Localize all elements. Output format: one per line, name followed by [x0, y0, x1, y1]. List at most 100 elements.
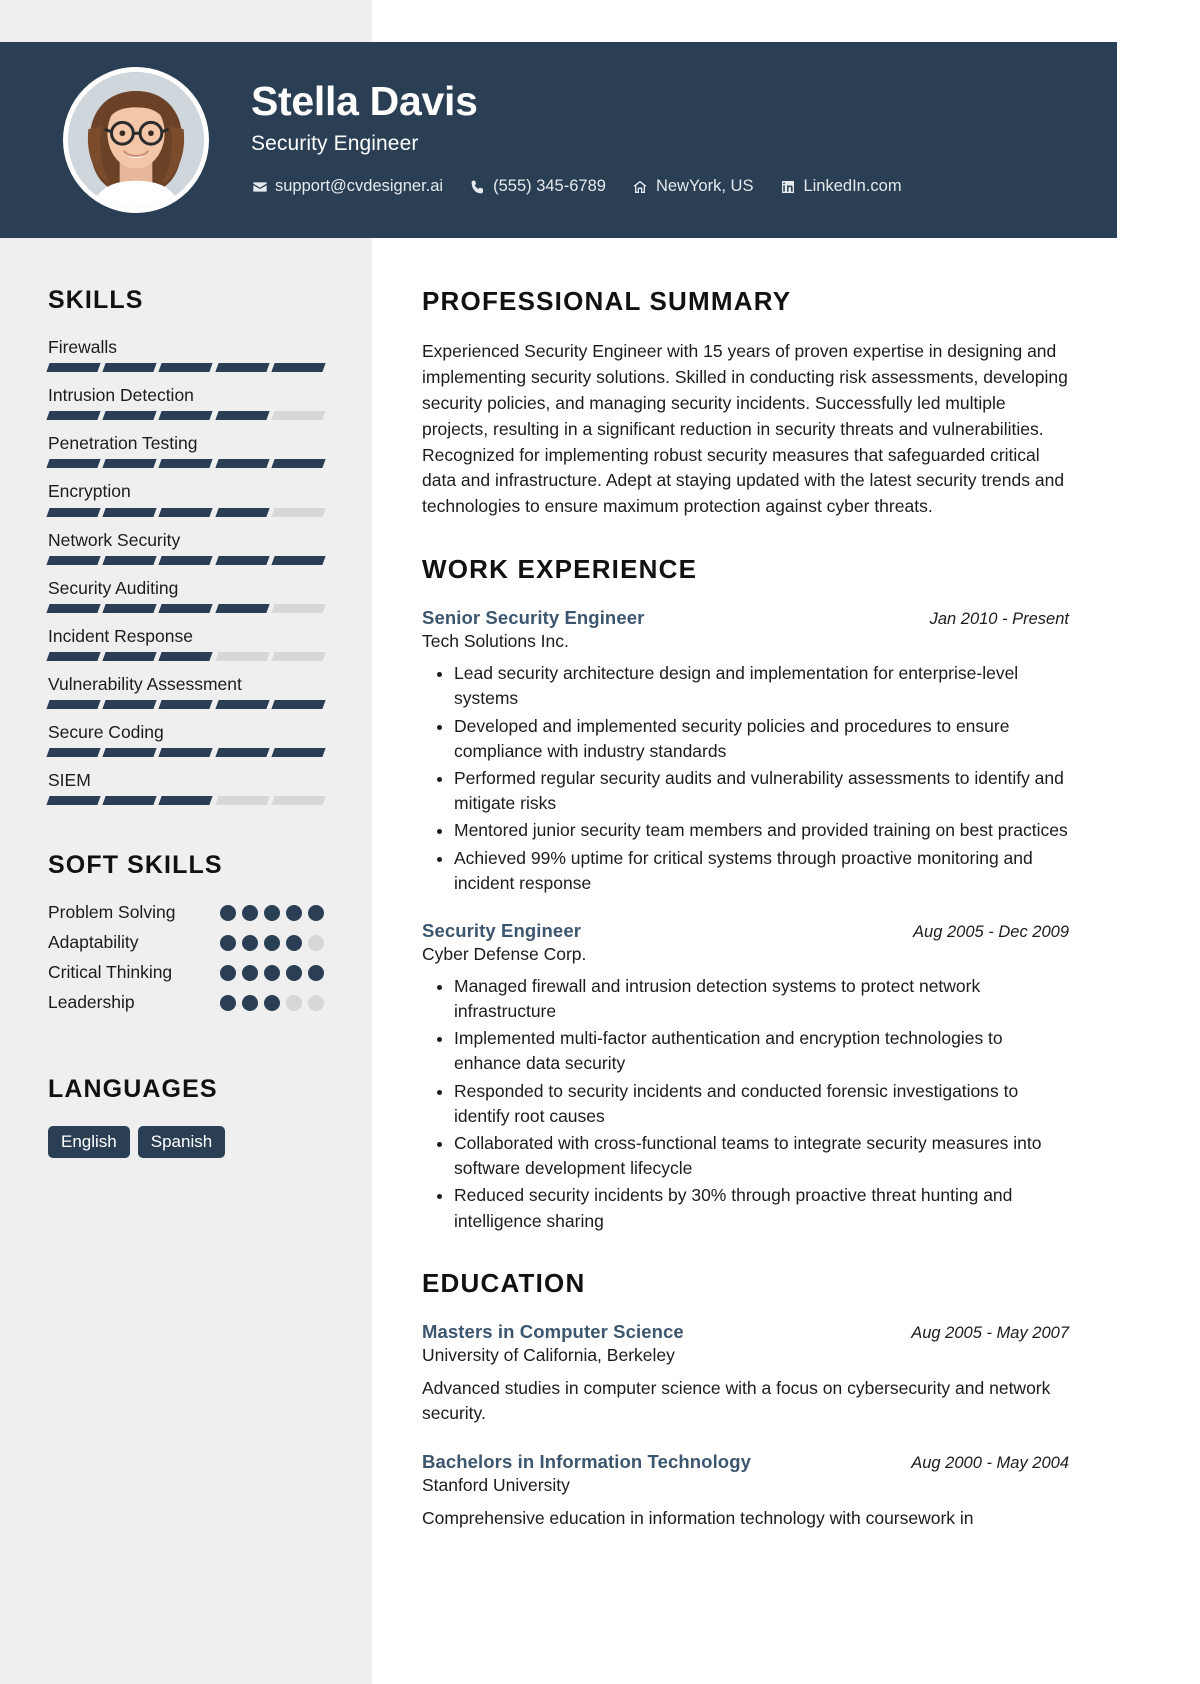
- language-tag[interactable]: Spanish: [137, 1126, 226, 1159]
- education-school: University of California, Berkeley: [422, 1344, 675, 1365]
- soft-skill-item: Leadership: [48, 992, 324, 1013]
- work-entry-company: Tech Solutions Inc.: [422, 631, 569, 652]
- soft-skill-label: Critical Thinking: [48, 962, 173, 983]
- bullet-item: Managed firewall and intrusion detection…: [454, 974, 1069, 1024]
- skill-segment: [214, 363, 270, 373]
- rating-dot: [286, 934, 302, 951]
- skill-segment: [46, 555, 101, 565]
- sidebar: SKILLS Firewalls Intrusion Detection Penet…: [0, 238, 372, 1198]
- soft-skill-item: Critical Thinking: [48, 962, 324, 983]
- skill-segment: [102, 411, 158, 421]
- education-entry: Bachelors in Information Technology Aug 2…: [422, 1451, 1069, 1531]
- home-icon: [632, 178, 649, 195]
- bullet-item: Collaborated with cross-functional teams…: [454, 1131, 1069, 1181]
- contact-email[interactable]: support@cvdesigner.ai: [251, 177, 443, 196]
- skill-segment: [271, 507, 326, 517]
- skill-segment: [158, 603, 214, 613]
- education-entry: Masters in Computer Science Aug 2005 - Ma…: [422, 1321, 1069, 1427]
- skill-name: Intrusion Detection: [48, 385, 194, 406]
- work-entry-company: Cyber Defense Corp.: [422, 943, 587, 964]
- skill-segment: [158, 363, 214, 373]
- skill-segment: [214, 651, 270, 661]
- rating-dot: [286, 994, 302, 1011]
- contact-list: support@cvdesigner.ai (555) 345-6789 New…: [251, 177, 902, 196]
- skills-section: SKILLS Firewalls Intrusion Detection Penet…: [46, 286, 326, 806]
- skill-segment: [46, 651, 101, 661]
- skill-level-bar: [46, 796, 326, 806]
- skill-segment: [158, 459, 214, 469]
- rating-dot: [308, 934, 324, 951]
- education-entry-header: Bachelors in Information Technology Aug 2…: [422, 1451, 1069, 1473]
- skill-segment: [46, 459, 101, 469]
- rating-dot: [220, 964, 236, 981]
- resume-body: SKILLS Firewalls Intrusion Detection Penet…: [0, 238, 1117, 1605]
- skill-level-bar: [46, 603, 326, 613]
- skill-segment: [46, 507, 101, 517]
- education-section: EDUCATION Masters in Computer Science Aug…: [422, 1268, 1069, 1531]
- resume-page: Stella Davis Security Engineer support@c…: [0, 0, 1117, 1684]
- skill-segment: [214, 507, 270, 517]
- rating-dot: [220, 904, 236, 921]
- work-entry: Security Engineer Aug 2005 - Dec 2009 Cybe…: [422, 920, 1069, 1234]
- work-entry: Senior Security Engineer Jan 2010 - Prese…: [422, 607, 1069, 896]
- work-experience-list: Senior Security Engineer Jan 2010 - Prese…: [422, 607, 1069, 1234]
- skill-segment: [158, 507, 214, 517]
- contact-phone[interactable]: (555) 345-6789: [469, 177, 606, 196]
- skill-segment: [158, 748, 214, 758]
- work-experience-heading: WORK EXPERIENCE: [422, 554, 698, 585]
- skill-segment: [158, 651, 214, 661]
- skill-level-bar: [46, 651, 326, 661]
- rating-dot: [242, 994, 258, 1011]
- education-date: Aug 2005 - May 2007: [911, 1323, 1069, 1342]
- skill-item: Security Auditing: [46, 577, 326, 613]
- skill-segment: [271, 411, 326, 421]
- skill-segment: [271, 700, 326, 709]
- header-text-block: Stella Davis Security Engineer support@c…: [251, 77, 902, 200]
- soft-skills-heading: SOFT SKILLS: [48, 851, 223, 880]
- bullet-item: Mentored junior security team members an…: [454, 818, 1069, 843]
- skill-segment: [102, 555, 158, 565]
- professional-summary-section: PROFESSIONAL SUMMARY Experienced Securit…: [422, 286, 1069, 520]
- page-title: Stella Davis: [251, 77, 478, 124]
- skill-item: Incident Response: [46, 625, 326, 661]
- work-entry-header: Senior Security Engineer Jan 2010 - Prese…: [422, 607, 1069, 629]
- rating-dot: [286, 964, 302, 981]
- soft-skill-label: Adaptability: [48, 932, 139, 953]
- soft-skill-rating: [220, 994, 324, 1011]
- skill-name: Security Auditing: [48, 577, 179, 598]
- contact-location[interactable]: NewYork, US: [632, 177, 753, 196]
- education-school: Stanford University: [422, 1474, 570, 1495]
- skill-item: Firewalls: [46, 337, 326, 373]
- skill-level-bar: [46, 363, 326, 373]
- work-entry-bullets: Lead security architecture design and im…: [422, 661, 1069, 896]
- professional-summary-text: Experienced Security Engineer with 15 ye…: [422, 341, 1068, 517]
- skill-segment: [46, 796, 101, 806]
- skill-segment: [102, 700, 158, 709]
- bullet-item: Lead security architecture design and im…: [454, 661, 1069, 711]
- rating-dot: [308, 964, 324, 981]
- skill-segment: [46, 700, 101, 709]
- skill-level-bar: [46, 748, 326, 758]
- bullet-item: Developed and implemented security polic…: [454, 714, 1069, 764]
- work-experience-section: WORK EXPERIENCE Senior Security Engineer…: [422, 554, 1069, 1234]
- skill-item: Encryption: [46, 481, 326, 517]
- rating-dot: [264, 964, 280, 981]
- skill-segment: [102, 363, 158, 373]
- main-content: PROFESSIONAL SUMMARY Experienced Securit…: [372, 238, 1117, 1605]
- education-date: Aug 2000 - May 2004: [911, 1453, 1069, 1472]
- skill-item: SIEM: [46, 770, 326, 806]
- skill-level-bar: [46, 507, 326, 517]
- skill-segment: [214, 603, 270, 613]
- contact-linkedin[interactable]: LinkedIn.com: [779, 177, 902, 196]
- work-entry-title: Senior Security Engineer: [422, 607, 645, 629]
- resume-header: Stella Davis Security Engineer support@c…: [0, 42, 1117, 238]
- language-tag[interactable]: English: [48, 1126, 130, 1159]
- linkedin-icon: [779, 178, 796, 195]
- soft-skills-section: SOFT SKILLS Problem Solving Adaptability C…: [48, 851, 324, 1013]
- skill-name: Incident Response: [48, 625, 193, 646]
- skill-item: Secure Coding: [46, 722, 326, 758]
- skill-name: Firewalls: [48, 337, 118, 357]
- soft-skill-rating: [220, 904, 324, 921]
- skill-level-bar: [46, 459, 326, 469]
- skill-segment: [214, 411, 270, 421]
